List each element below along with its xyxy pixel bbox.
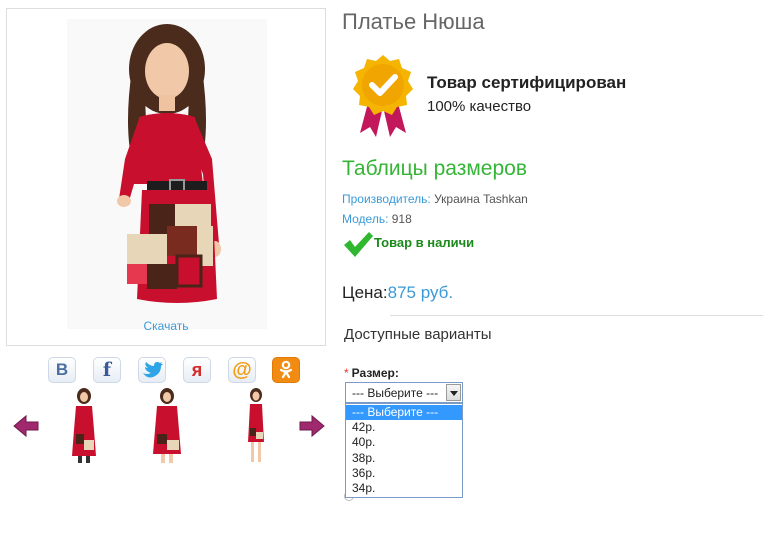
size-label-text: Размер: (351, 366, 399, 380)
size-label: * Размер: (344, 366, 399, 380)
odnoklassniki-icon (273, 358, 299, 382)
stock-status: Товар в наличи (374, 235, 475, 250)
twitter-icon (139, 358, 165, 382)
options-title: Доступные варианты (344, 326, 492, 343)
size-option[interactable]: --- Выберите --- (346, 405, 462, 420)
moikrug-share-button[interactable]: я (183, 357, 211, 383)
vk-share-button[interactable]: В (48, 357, 76, 383)
checkmark-icon (342, 230, 374, 258)
size-select[interactable]: --- Выберите --- (345, 382, 463, 403)
manufacturer-value: Украина Tashkan (430, 192, 528, 206)
size-option[interactable]: 38р. (346, 451, 462, 466)
thumbnail-1[interactable] (60, 386, 108, 464)
divider (390, 315, 763, 316)
size-option[interactable]: 42р. (346, 420, 462, 435)
certificate-subtitle: 100% качество (427, 98, 532, 115)
size-dropdown-list[interactable]: --- Выберите --- 42р. 40р. 38р. 36р. 34р… (345, 403, 463, 498)
facebook-share-button[interactable]: f (93, 357, 121, 383)
certificate-title: Товар сертифицирован (427, 73, 627, 92)
size-table-link[interactable]: Таблицы размеров (342, 157, 527, 181)
manufacturer-row: Производитель: Украина Tashkan (342, 192, 528, 206)
dress-photo (67, 19, 267, 329)
required-mark: * (344, 366, 349, 380)
price-label: Цена: (342, 283, 388, 302)
price-value: 875 руб. (387, 283, 454, 302)
next-arrow-icon[interactable] (298, 414, 326, 438)
vk-icon: В (55, 360, 69, 379)
thumbnail-3[interactable] (232, 386, 280, 464)
size-select-value: --- Выберите --- (352, 386, 439, 400)
download-link[interactable]: Скачать (6, 319, 326, 333)
odnoklassniki-share-button[interactable] (272, 357, 300, 383)
mailru-icon: @ (232, 358, 252, 381)
mailru-share-button[interactable]: @ (228, 357, 256, 383)
size-option[interactable]: 36р. (346, 466, 462, 481)
product-main-image[interactable] (6, 8, 326, 346)
model-label: Модель: (342, 212, 389, 226)
twitter-share-button[interactable] (138, 357, 166, 383)
thumbnail-2[interactable] (143, 386, 191, 464)
prev-arrow-icon[interactable] (12, 414, 40, 438)
model-row: Модель: 918 (342, 212, 412, 226)
chevron-down-icon[interactable] (446, 384, 461, 401)
size-option[interactable]: 34р. (346, 481, 462, 496)
product-title: Платье Нюша (342, 9, 485, 34)
moikrug-icon: я (191, 359, 203, 380)
price-row: Цена:875 руб. (342, 283, 453, 303)
size-option[interactable]: 40р. (346, 435, 462, 450)
certificate-badge-icon (350, 53, 416, 139)
facebook-icon: f (102, 359, 112, 381)
model-value: 918 (388, 212, 412, 226)
manufacturer-label[interactable]: Производитель: (342, 192, 431, 206)
